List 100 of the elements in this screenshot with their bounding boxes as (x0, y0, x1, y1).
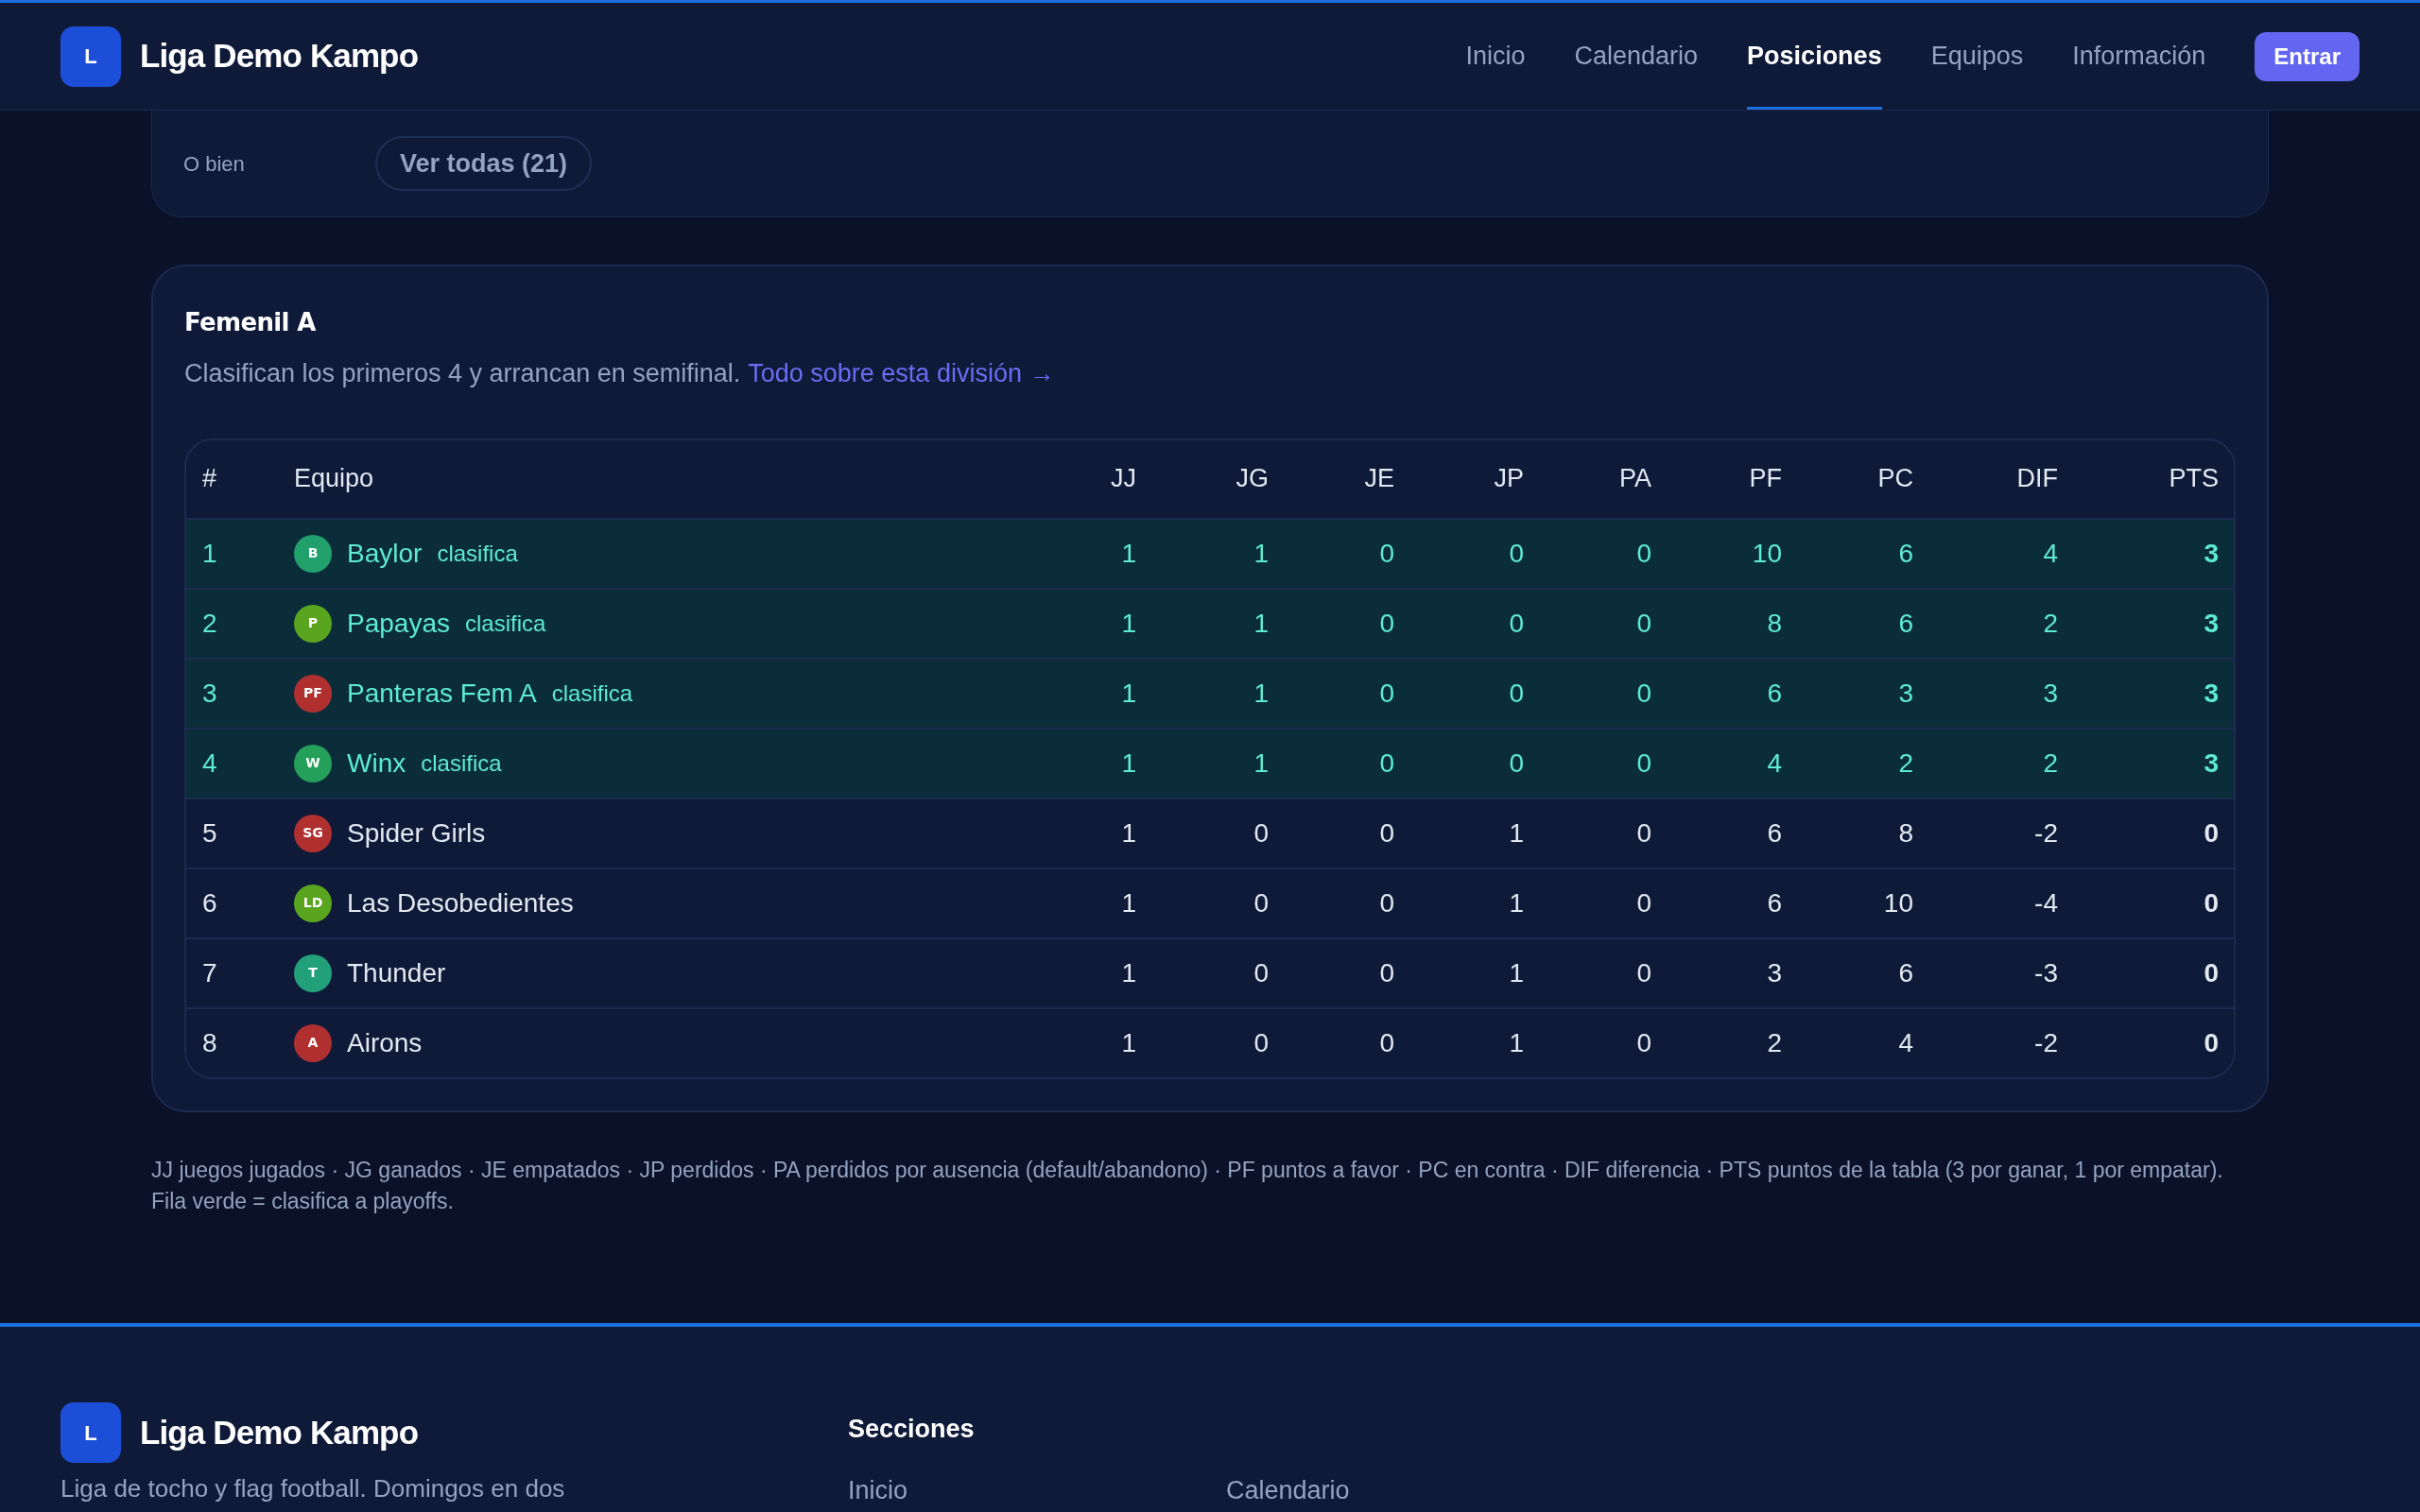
filter-label: O bien (183, 150, 246, 178)
stat-cell-text: 0 (1253, 816, 1269, 850)
stat-cell-text: 6 (1897, 537, 1913, 570)
stat-cell-text: 0 (1635, 747, 1651, 780)
stat-cell-text: 1 (1508, 886, 1524, 919)
login-button[interactable]: Entrar (2255, 31, 2360, 81)
stat-cell-text: 0 (1635, 816, 1651, 850)
stat-cell-text: 1 (1508, 1026, 1524, 1059)
stat-cell-text: 0 (1378, 747, 1394, 780)
stat-cell-text: 3 (2203, 747, 2219, 780)
stat-cell-text: 2 (1897, 747, 1913, 780)
stat-cell-text: 1 (1508, 956, 1524, 989)
team-name: Thunder (347, 956, 446, 989)
column-header: JJ (1110, 463, 1136, 495)
stat-cell-text: 0 (1635, 537, 1651, 570)
position-cell-text: 6 (202, 886, 218, 919)
stat-cell-text: 0 (1508, 677, 1524, 710)
stat-cell-text: 0 (1635, 607, 1651, 640)
stat-cell-text: 4 (1897, 1026, 1913, 1059)
stat-cell-text: 0 (1253, 886, 1269, 919)
footer-brand: Liga Demo Kampo (140, 1412, 419, 1452)
stat-cell-text: 1 (1120, 537, 1136, 570)
stat-cell-text: 10 (1751, 537, 1782, 570)
division-description: Clasifican los primeros 4 y arrancan en semifinal. (184, 358, 741, 389)
team-name: Airons (347, 1026, 423, 1059)
stat-cell-text: 10 (1882, 886, 1913, 919)
stat-cell-text: 1 (1120, 956, 1136, 989)
legend-text: JJ juegos jugados · JG ganados · JE empatados · JP perdidos · PA perdidos por ausencia (default/abandono) · PF puntos a favor · PC en contra · DIF diferencia · PTS puntos de la tabla (3 por ganar, 1 por empatar). Fila verde = clasifica a playoffs. (151, 1156, 2224, 1215)
stat-cell-text: 1 (1120, 747, 1136, 780)
team-badge: P (294, 604, 332, 643)
qualifies-tag: clasifica (421, 746, 502, 781)
nav-link[interactable]: Calendario (1574, 3, 1699, 110)
stat-cell-text: -2 (2033, 1026, 2058, 1059)
stat-cell-text: 0 (1378, 886, 1394, 919)
footer-link[interactable]: Calendario (1226, 1470, 1604, 1509)
stat-cell-text: 1 (1120, 816, 1136, 850)
column-header: Equipo (294, 463, 375, 495)
nav-link[interactable]: Equipos (1930, 3, 2024, 110)
logo-badge: L (60, 1402, 121, 1463)
position-cell-text: 1 (202, 537, 218, 570)
brand-name: Liga Demo Kampo (140, 36, 419, 77)
column-header: PC (1876, 463, 1913, 495)
team-badge: B (294, 534, 332, 573)
stat-cell-text: 1 (1508, 816, 1524, 850)
position-cell-text: 7 (202, 956, 218, 989)
stat-cell-text: 0 (1253, 1026, 1269, 1059)
column-header: JE (1363, 463, 1394, 495)
column-header: JG (1235, 463, 1269, 495)
stat-cell-text: 1 (1253, 677, 1269, 710)
stat-cell-text: 6 (1897, 607, 1913, 640)
stat-cell-text: 3 (2203, 677, 2219, 710)
nav-link[interactable]: Información (2072, 3, 2206, 110)
view-all-button[interactable]: Ver todas (21) (375, 136, 593, 191)
stat-cell-text: 0 (1635, 886, 1651, 919)
team-name: Spider Girls (347, 816, 486, 850)
stat-cell-text: 0 (1378, 677, 1394, 710)
position-cell-text: 5 (202, 816, 218, 850)
stat-cell-text: -4 (2033, 886, 2058, 919)
stat-cell-text: 3 (2203, 537, 2219, 570)
nav-link[interactable]: Inicio (1465, 3, 1526, 110)
stat-cell-text: 0 (1378, 956, 1394, 989)
stat-cell-text: 3 (1897, 677, 1913, 710)
division-link[interactable]: Todo sobre esta división → (748, 354, 1055, 393)
stat-cell-text: 8 (1897, 816, 1913, 850)
team-name: Las Desobedientes (347, 886, 574, 919)
column-header: PA (1618, 463, 1651, 495)
division-title: Femenil A (184, 307, 317, 338)
qualifies-tag: clasifica (551, 676, 633, 711)
stat-cell-text: 0 (2203, 956, 2219, 989)
footer-section-title: Secciones (848, 1414, 976, 1445)
stat-cell-text: 4 (2042, 537, 2058, 570)
column-header: JP (1493, 463, 1524, 495)
stat-cell-text: 0 (1378, 816, 1394, 850)
stat-cell-text: 1 (1253, 537, 1269, 570)
footer-link[interactable]: Inicio (848, 1470, 1226, 1509)
column-header: PTS (2168, 463, 2219, 495)
stat-cell-text: 8 (1766, 607, 1782, 640)
team-name: Panteras Fem A (347, 677, 537, 710)
stat-cell-text: 3 (1766, 956, 1782, 989)
team-badge: LD (294, 884, 332, 922)
team-name: Papayas (347, 607, 450, 640)
stat-cell-text: 6 (1897, 956, 1913, 989)
stat-cell-text: 4 (1766, 747, 1782, 780)
stat-cell-text: 0 (1635, 1026, 1651, 1059)
stat-cell-text: 0 (1508, 537, 1524, 570)
position-cell-text: 4 (202, 747, 218, 780)
stat-cell-text: -3 (2033, 956, 2058, 989)
stat-cell-text: 1 (1120, 607, 1136, 640)
stat-cell-text: 1 (1120, 677, 1136, 710)
stat-cell-text: 0 (1508, 747, 1524, 780)
stat-cell-text: 0 (1635, 677, 1651, 710)
stat-cell-text: 0 (2203, 886, 2219, 919)
stat-cell-text: 6 (1766, 816, 1782, 850)
position-cell-text: 2 (202, 607, 218, 640)
stat-cell-text: 0 (2203, 1026, 2219, 1059)
column-header: # (202, 463, 218, 495)
team-name: Winx (347, 747, 406, 780)
stat-cell-text: 0 (1508, 607, 1524, 640)
team-name: Baylor (347, 537, 423, 570)
stat-cell-text: 1 (1253, 747, 1269, 780)
